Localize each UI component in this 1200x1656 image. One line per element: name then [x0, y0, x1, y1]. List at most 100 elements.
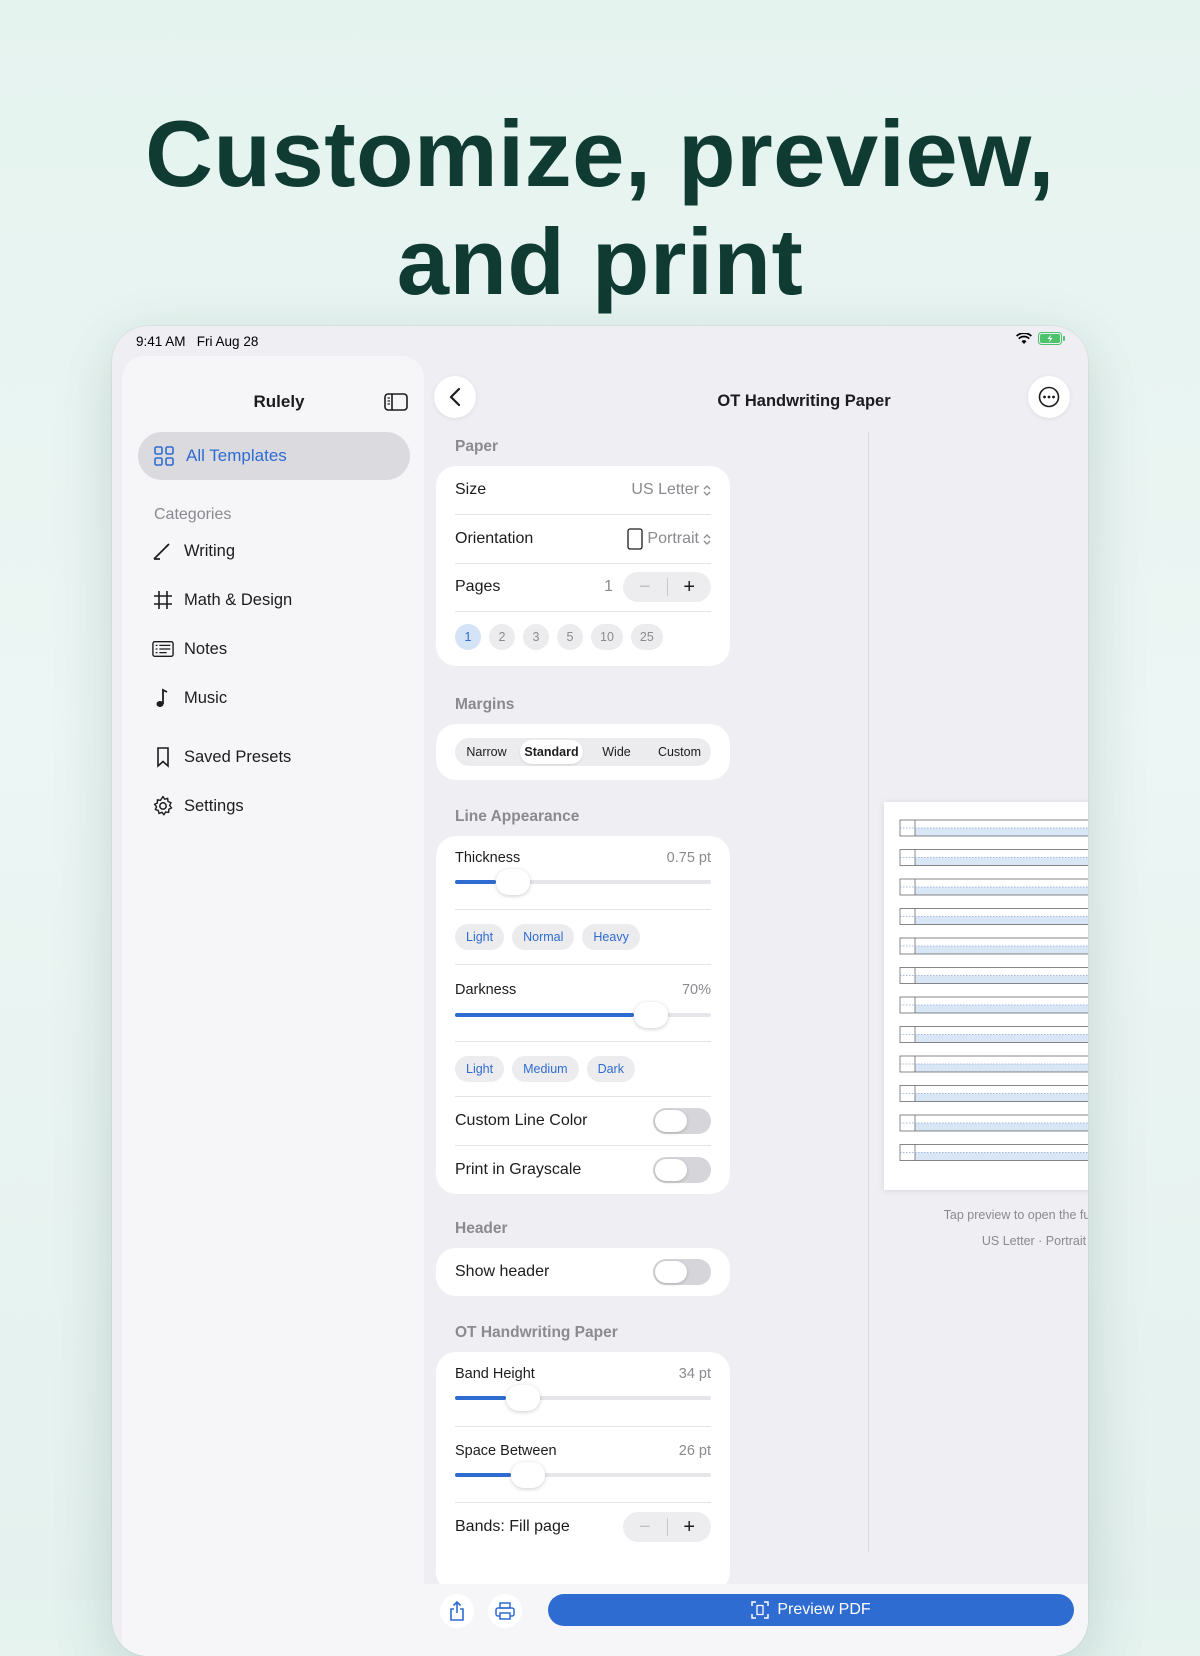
slider-knob[interactable]	[511, 1462, 546, 1488]
sidebar-item-label: Writing	[184, 541, 236, 560]
writing-band	[899, 1055, 1088, 1073]
page-chip[interactable]: 10	[591, 624, 623, 650]
sidebar-item-label: Math & Design	[184, 590, 293, 609]
writing-band	[899, 1026, 1088, 1043]
thickness-slider[interactable]	[455, 869, 711, 895]
writing-band	[899, 878, 1088, 896]
share-button[interactable]	[440, 1594, 474, 1628]
sidebar-item-all-templates[interactable]: All Templates	[138, 432, 410, 480]
detail-pane: OT Handwriting Paper Paper Size US Lette…	[424, 356, 1088, 1656]
orientation-row[interactable]: Orientation Portrait	[455, 528, 711, 550]
header-card: Show header	[436, 1248, 730, 1296]
size-row[interactable]: Size US Letter	[455, 480, 711, 500]
darkness-preset-light[interactable]: Light	[455, 1056, 505, 1082]
margin-option-narrow[interactable]: Narrow	[455, 740, 518, 764]
sidebar-item-writing[interactable]: Writing	[152, 536, 235, 566]
pages-value: 1	[604, 578, 613, 595]
space-between-slider[interactable]	[455, 1462, 711, 1488]
battery-icon	[1038, 332, 1065, 345]
ot-card: Band Height 34 pt Space Between 26 pt Ba…	[436, 1352, 730, 1592]
custom-line-color-label: Custom Line Color	[455, 1112, 588, 1129]
headline: Customize, preview, and print	[0, 100, 1200, 316]
band-height-slider[interactable]	[455, 1385, 711, 1411]
printer-icon	[495, 1602, 515, 1620]
stepper-minus-button[interactable]: −	[623, 1512, 667, 1542]
pages-row: Pages 1 − +	[455, 572, 711, 602]
pages-label: Pages	[455, 578, 501, 595]
sidebar-item-saved-presets[interactable]: Saved Presets	[152, 742, 291, 772]
pencil-icon	[152, 540, 174, 562]
page-chip[interactable]: 1	[455, 624, 481, 650]
pages-stepper[interactable]: − +	[623, 572, 711, 602]
stepper-plus-button[interactable]: +	[668, 572, 712, 602]
section-paper-label: Paper	[455, 438, 499, 455]
writing-band	[899, 937, 1088, 955]
page-chip[interactable]: 3	[523, 624, 549, 650]
sidebar-item-label: Notes	[184, 639, 228, 658]
status-time: 9:41 AM	[136, 334, 186, 349]
page-chip[interactable]: 2	[489, 624, 515, 650]
handwriting-bands	[899, 819, 1088, 1161]
grayscale-label: Print in Grayscale	[455, 1161, 582, 1178]
writing-band	[899, 1085, 1088, 1102]
stepper-minus-button[interactable]: −	[623, 572, 667, 602]
writing-band	[899, 1114, 1088, 1132]
thickness-preset-light[interactable]: Light	[455, 924, 505, 950]
slider-fill	[455, 1396, 507, 1400]
show-header-toggle[interactable]	[653, 1259, 711, 1285]
more-button[interactable]	[1028, 376, 1070, 418]
headline-line-1: Customize, preview,	[145, 101, 1055, 206]
margin-option-wide[interactable]: Wide	[585, 740, 648, 764]
writing-band	[899, 996, 1088, 1014]
ipad-frame: 9:41 AM Fri Aug 28 Rulely All Templates …	[112, 326, 1088, 1656]
margin-option-custom[interactable]: Custom	[648, 740, 711, 764]
bands-stepper[interactable]: − +	[623, 1512, 711, 1542]
slider-knob[interactable]	[506, 1385, 541, 1411]
darkness-preset-medium[interactable]: Medium	[512, 1056, 579, 1082]
grid-icon	[154, 446, 174, 466]
stepper-plus-button[interactable]: +	[668, 1512, 712, 1542]
page-chip[interactable]: 25	[630, 624, 663, 650]
back-button[interactable]	[434, 376, 476, 418]
custom-line-color-row: Custom Line Color	[455, 1107, 711, 1135]
slider-knob[interactable]	[495, 869, 530, 895]
page-count-chips: 1 2 3 5 10 25	[455, 624, 663, 650]
preview-pdf-label: Preview PDF	[777, 1601, 871, 1618]
grid-hash-icon	[152, 589, 174, 611]
page-chip[interactable]: 5	[557, 624, 583, 650]
preview-pdf-button[interactable]: Preview PDF	[548, 1594, 1074, 1626]
section-margins-label: Margins	[455, 696, 515, 713]
sidebar: Rulely All Templates Categories Writing …	[122, 356, 424, 1656]
thickness-preset-heavy[interactable]: Heavy	[582, 924, 640, 950]
writing-band	[899, 908, 1088, 925]
chevron-updown-icon	[703, 533, 711, 545]
margin-option-standard[interactable]: Standard	[520, 740, 583, 764]
custom-line-color-toggle[interactable]	[653, 1108, 711, 1134]
show-header-label: Show header	[455, 1263, 550, 1280]
sidebar-item-math-design[interactable]: Math & Design	[152, 585, 292, 615]
chevron-left-icon	[449, 387, 461, 407]
slider-fill	[455, 1473, 512, 1477]
sidebar-item-music[interactable]: Music	[152, 683, 227, 713]
doc-viewfinder-icon	[751, 1601, 770, 1619]
sidebar-item-notes[interactable]: Notes	[152, 634, 227, 664]
orientation-label: Orientation	[455, 530, 534, 547]
section-header-label: Header	[455, 1220, 508, 1237]
thickness-value: 0.75 pt	[666, 850, 711, 866]
print-button[interactable]	[488, 1594, 522, 1628]
darkness-preset-dark[interactable]: Dark	[586, 1056, 635, 1082]
status-bar: 9:41 AM Fri Aug 28	[112, 326, 1088, 356]
pdf-preview[interactable]	[884, 802, 1088, 1190]
writing-band	[899, 819, 1088, 837]
writing-band	[899, 849, 1088, 866]
sidebar-toggle-icon[interactable]	[384, 393, 408, 411]
thickness-preset-normal[interactable]: Normal	[512, 924, 575, 950]
bookmark-icon	[152, 746, 174, 768]
darkness-slider[interactable]	[455, 1002, 711, 1028]
margins-segmented-control: Narrow Standard Wide Custom	[455, 738, 711, 766]
grayscale-toggle[interactable]	[653, 1157, 711, 1183]
grayscale-row: Print in Grayscale	[455, 1156, 711, 1184]
section-ot-label: OT Handwriting Paper	[455, 1324, 618, 1341]
sidebar-item-settings[interactable]: Settings	[152, 791, 244, 821]
slider-knob[interactable]	[634, 1002, 669, 1028]
